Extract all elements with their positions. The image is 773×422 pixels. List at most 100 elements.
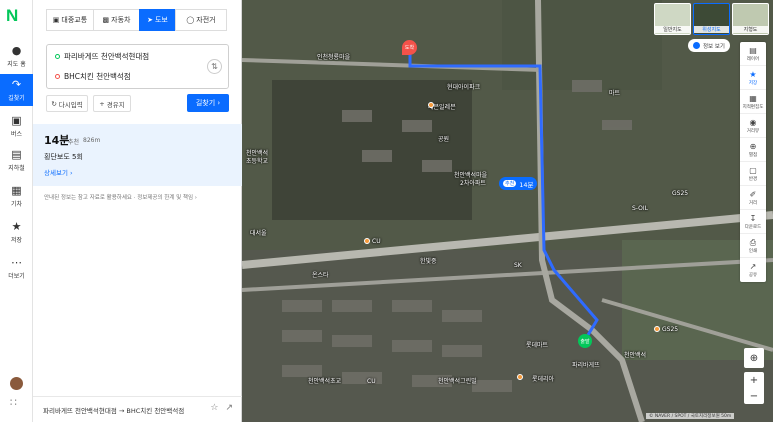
- zoom-out-button[interactable]: −: [744, 388, 764, 404]
- satellite-map[interactable]: 인천청룡마을 현대아이파크 세븐일레븐 공원 천안백석마을 2차아파트 마트 천…: [242, 0, 773, 422]
- route-time: 14분: [44, 134, 70, 147]
- tool-streetview[interactable]: ◉ 거리뷰: [740, 114, 766, 138]
- map-label: 대서울: [250, 230, 267, 237]
- route-time-tag[interactable]: 추천 14분: [499, 177, 538, 190]
- route-distance: 826m: [83, 137, 101, 144]
- rail-item-subway[interactable]: ▤ 지하철: [0, 144, 33, 176]
- star-icon: ★: [11, 219, 22, 233]
- layer-normal[interactable]: 일반지도: [654, 3, 691, 35]
- info-toggle[interactable]: 정보 보기: [688, 39, 730, 52]
- tab-label: 도보: [154, 16, 168, 24]
- car-icon: ▩: [102, 16, 110, 24]
- destination-pin-icon[interactable]: 도착: [402, 40, 417, 55]
- tool-rating[interactable]: ⊕ 별점: [740, 138, 766, 162]
- tool-distance[interactable]: ✐ 거리: [740, 186, 766, 210]
- route-result-card[interactable]: 14분 추천 826m 횡단보도 5회 상세보기 ›: [33, 124, 242, 186]
- layer-label: 일반지도: [655, 26, 690, 33]
- directions-icon: ↷: [11, 77, 22, 91]
- star-icon[interactable]: ☆: [210, 403, 218, 413]
- tool-layer[interactable]: ▤ 레이어: [740, 42, 766, 66]
- subway-icon: ▤: [11, 147, 22, 161]
- chevron-right-icon: ›: [70, 169, 73, 177]
- tab-label: 자전거: [196, 16, 216, 24]
- bus-icon: ▣: [11, 113, 22, 127]
- map-label: 롯데마트: [526, 342, 549, 349]
- detail-link[interactable]: 상세보기 ›: [44, 167, 73, 177]
- crosshair-icon: ⊕: [749, 352, 759, 364]
- rail-item-map-home[interactable]: ● 지도 홈: [0, 40, 33, 72]
- poi-marker[interactable]: [428, 102, 434, 108]
- apps-grid-icon[interactable]: ∷: [10, 396, 22, 409]
- map-label: 천안백석초교: [308, 378, 342, 385]
- route-tag-badge: 추천: [503, 180, 517, 187]
- layer-satellite[interactable]: 위성지도: [693, 3, 730, 35]
- map-label: SK: [514, 262, 522, 269]
- origin-pin-icon[interactable]: 출발: [578, 334, 592, 348]
- crosswalk-count: 횡단보도 5회: [44, 153, 83, 161]
- rail-item-saved[interactable]: ★ 저장: [0, 216, 33, 248]
- rail-item-more[interactable]: ⋯ 더보기: [0, 252, 33, 284]
- rail-item-bus[interactable]: ▣ 버스: [0, 110, 33, 142]
- zoom-controls: + −: [744, 372, 764, 404]
- search-route-button[interactable]: 길찾기 ›: [187, 94, 229, 112]
- tool-label: 지적편집도: [742, 104, 764, 110]
- recommend-badge: 추천: [68, 139, 80, 146]
- cadastral-icon: ▦: [749, 93, 757, 103]
- tool-label: 인쇄: [748, 248, 758, 254]
- map-label: 천안백석그린빌: [438, 378, 477, 385]
- add-waypoint-button[interactable]: + 경유지: [93, 95, 131, 112]
- naver-logo[interactable]: N: [6, 6, 28, 26]
- tab-label: 대중교통: [61, 16, 88, 24]
- map-label: S-OIL: [632, 205, 648, 212]
- destination-field[interactable]: BHC치킨 천안백석점: [55, 71, 131, 82]
- rail-item-label: 더보기: [8, 272, 25, 280]
- tab-walk[interactable]: ➤ 도보: [139, 9, 176, 31]
- poi-marker[interactable]: [517, 374, 523, 380]
- tab-car[interactable]: ▩ 자동차: [93, 9, 140, 31]
- share-icon[interactable]: ↗: [225, 403, 233, 413]
- my-location-button[interactable]: ⊕: [744, 348, 764, 368]
- map-label: 롯데리아: [532, 376, 555, 383]
- tab-bike[interactable]: ◯ 자전거: [175, 9, 227, 31]
- map-label: GS25: [672, 190, 689, 197]
- map-toolbar: ▤ 레이어 ★ 저장 ▦ 지적편집도 ◉ 거리뷰 ⊕ 별점 ▢ 반경 ✐ 거리 ↧ 다운로드 ⎙…: [740, 42, 766, 282]
- plus-icon: +: [99, 99, 105, 108]
- map-label: CU: [372, 238, 381, 245]
- map-label: GS25: [662, 326, 679, 333]
- map-label: 천안백석: [624, 352, 647, 359]
- rail-item-train[interactable]: ▦ 기차: [0, 180, 33, 212]
- route-tag-time: 14분: [519, 180, 534, 189]
- map-label: 공원: [438, 136, 450, 143]
- layer-label: 지형도: [733, 26, 768, 33]
- destination-value: BHC치킨 천안백석점: [64, 72, 131, 81]
- zoom-in-button[interactable]: +: [744, 372, 764, 388]
- detail-link-label: 상세보기: [44, 169, 68, 177]
- poi-marker[interactable]: [364, 238, 370, 244]
- download-icon: ↧: [749, 213, 757, 223]
- layer-terrain[interactable]: 지형도: [732, 3, 769, 35]
- tool-share[interactable]: ↗ 공유: [740, 258, 766, 282]
- map-label: 파리바게뜨: [572, 362, 600, 369]
- origin-field[interactable]: 파리바게뜨 천안백석현대점: [55, 51, 149, 62]
- route-input-box: 파리바게뜨 천안백석현대점 BHC치킨 천안백석점 ⇅: [46, 44, 229, 89]
- avatar[interactable]: [10, 377, 23, 390]
- swap-icon[interactable]: ⇅: [207, 59, 222, 74]
- rail-item-label: 길찾기: [8, 94, 25, 102]
- tool-cadastral[interactable]: ▦ 지적편집도: [740, 90, 766, 114]
- origin-value: 파리바게뜨 천안백석현대점: [64, 52, 150, 61]
- tool-label: 반경: [748, 176, 758, 182]
- map-label: 온스타: [312, 272, 329, 279]
- info-toggle-label: 정보 보기: [703, 43, 725, 50]
- map-label: 한빛중: [420, 258, 437, 265]
- tool-save[interactable]: ★ 저장: [740, 66, 766, 90]
- map-label: 2차아파트: [460, 180, 486, 187]
- poi-marker[interactable]: [654, 326, 660, 332]
- tab-public-transit[interactable]: ▣ 대중교통: [46, 9, 94, 31]
- rail-item-directions[interactable]: ↷ 길찾기: [0, 74, 33, 106]
- tool-download[interactable]: ↧ 다운로드: [740, 210, 766, 234]
- search-label: 길찾기: [195, 99, 216, 107]
- reset-button[interactable]: ↻ 다시입력: [46, 95, 88, 112]
- info-notice[interactable]: 안내된 정보는 참고 자료로 활용하세요 · 정보제공의 한계 및 책임 ›: [44, 193, 197, 201]
- tool-print[interactable]: ⎙ 인쇄: [740, 234, 766, 258]
- tool-radius[interactable]: ▢ 반경: [740, 162, 766, 186]
